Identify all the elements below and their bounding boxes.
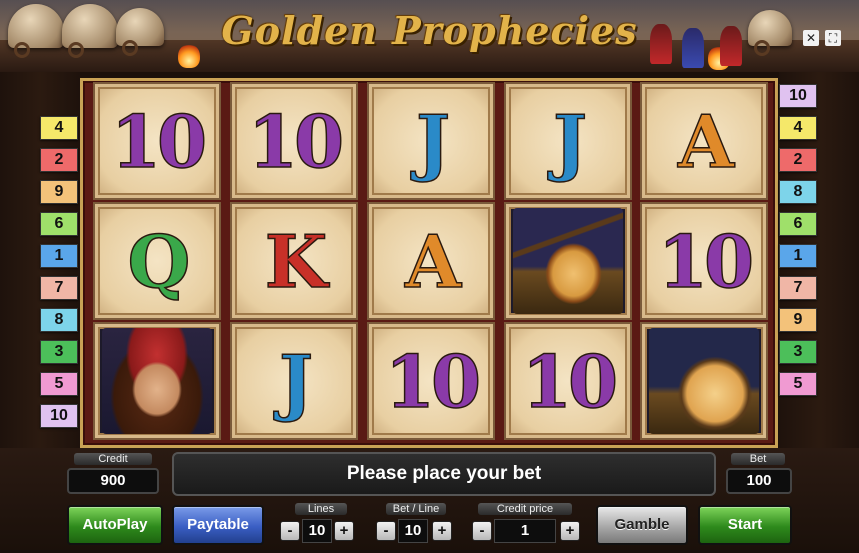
reel-cell: 10 [93,82,221,200]
credit-label: Credit [74,453,152,465]
drum-symbol [649,328,759,434]
line-number-badge[interactable]: 1 [779,244,817,268]
gamble-button[interactable]: Gamble [596,505,688,545]
line-number-badge[interactable]: 9 [40,180,78,204]
mandolin-symbol [513,208,623,314]
sound-off-icon[interactable]: ✕ [803,30,819,46]
start-button[interactable]: Start [698,505,792,545]
reel-symbol: A [404,218,461,305]
lines-minus-button[interactable]: - [280,521,300,541]
reel-cell: 10 [367,322,495,440]
corner-controls: ✕ ⛶ [803,30,841,46]
reel-cell: 10 [504,322,632,440]
reel-symbol: Q [127,218,191,305]
line-number-badge[interactable]: 6 [40,212,78,236]
reel-symbol: 10 [247,98,345,185]
line-number-badge[interactable]: 1 [40,244,78,268]
reel-cell: J [230,322,358,440]
line-number-badge[interactable]: 2 [779,148,817,172]
title-banner: Golden Prophecies ✕ ⛶ [0,0,859,72]
credit-price-minus-button[interactable]: - [472,521,492,541]
game-title: Golden Prophecies [221,8,638,53]
reel-cell [640,322,768,440]
reel-cell: J [367,82,495,200]
credit-price-plus-button[interactable]: + [560,521,580,541]
line-number-badge[interactable]: 5 [779,372,817,396]
lines-plus-button[interactable]: + [334,521,354,541]
reel-cell: 10 [640,202,768,320]
reel-cell: A [367,202,495,320]
reel-cell [93,322,221,440]
reel-cell: 10 [230,82,358,200]
line-number-badge[interactable]: 8 [779,180,817,204]
reel-symbol: A [677,98,734,185]
line-number-badge[interactable]: 8 [40,308,78,332]
bet-label: Bet [731,453,785,465]
status-message: Please place your bet [172,452,716,496]
line-number-badge[interactable]: 5 [40,372,78,396]
reel-symbol: 10 [384,338,482,425]
line-number-badge[interactable]: 3 [40,340,78,364]
reel-symbol: 10 [657,218,755,305]
bet-line-value: 10 [398,519,428,543]
line-number-badge[interactable]: 7 [40,276,78,300]
reel-symbol: J [415,98,451,185]
line-number-badge[interactable]: 10 [40,404,78,428]
lines-label: Lines [295,503,347,515]
reel-symbol: K [264,218,328,305]
reel-symbol: J [552,98,588,185]
autoplay-button[interactable]: AutoPlay [67,505,163,545]
reel-cell: Q [93,202,221,320]
fullscreen-icon[interactable]: ⛶ [825,30,841,46]
lines-value: 10 [302,519,332,543]
credit-price-label: Credit price [478,503,572,515]
credit-value: 900 [67,468,159,494]
line-number-badge[interactable]: 7 [779,276,817,300]
bet-line-minus-button[interactable]: - [376,521,396,541]
bet-line-label: Bet / Line [386,503,446,515]
line-number-badge[interactable]: 2 [40,148,78,172]
reel-cell: K [230,202,358,320]
reel-symbol: 10 [521,338,619,425]
line-number-badge[interactable]: 4 [40,116,78,140]
gypsy-woman-symbol [102,328,212,434]
line-number-badge[interactable]: 6 [779,212,817,236]
reel-symbol: J [278,338,314,425]
credit-price-value: 1 [494,519,556,543]
bet-line-plus-button[interactable]: + [432,521,452,541]
bet-value: 100 [726,468,792,494]
paytable-button[interactable]: Paytable [172,505,264,545]
line-number-badge[interactable]: 10 [779,84,817,108]
line-number-badge[interactable]: 4 [779,116,817,140]
reel-cell [504,202,632,320]
reel-cell: J [504,82,632,200]
line-number-badge[interactable]: 3 [779,340,817,364]
reel-cell: A [640,82,768,200]
line-number-badge[interactable]: 9 [779,308,817,332]
reel-symbol: 10 [110,98,208,185]
